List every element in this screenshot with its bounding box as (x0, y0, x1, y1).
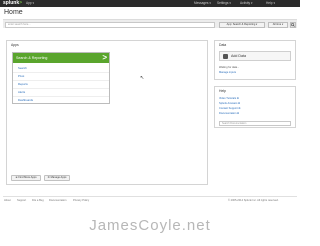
footer-privacy-link[interactable]: Privacy Policy (73, 199, 89, 202)
footer-file-bug-link[interactable]: File a Bug (32, 199, 44, 202)
splunk-logo[interactable]: splunk> (3, 0, 22, 7)
splunk-answers-link[interactable]: Splunk Answers ⧉ (219, 102, 240, 105)
add-data-button[interactable]: Add Data (219, 51, 291, 61)
app-card-header[interactable]: Search & Reporting > (13, 53, 109, 63)
divider (13, 72, 109, 73)
search-input[interactable]: enter search here... (5, 22, 215, 28)
messages-menu[interactable]: Messages ▾ (194, 0, 211, 7)
apps-panel: Apps Search & Reporting > Search Pivot R… (6, 40, 208, 185)
help-panel: Help Video Tutorials ⧉ Splunk Answers ⧉ … (214, 86, 296, 128)
settings-menu[interactable]: Settings ▾ (217, 0, 231, 7)
app-nav-dashboards[interactable]: Dashboards (18, 98, 33, 102)
app-nav-search[interactable]: Search (18, 66, 27, 70)
divider (13, 88, 109, 89)
page-title: Home (4, 9, 23, 16)
help-heading: Help (219, 89, 226, 93)
footer-documentation-link[interactable]: Documentation (49, 199, 66, 202)
divider (13, 80, 109, 81)
search-reporting-app-card[interactable]: Search & Reporting > Search Pivot Report… (12, 52, 110, 104)
footer-about-link[interactable]: About (4, 199, 11, 202)
manage-apps-button[interactable]: ⚙ Manage Apps (44, 175, 70, 181)
app-context-select[interactable]: App: Search & Reporting ▾ (219, 22, 265, 28)
data-panel: Data Add Data Waiting for data... Manage… (214, 40, 296, 80)
app-nav-reports[interactable]: Reports (18, 82, 28, 86)
copyright-text: © 2005-2014 Splunk Inc. All rights reser… (228, 199, 279, 202)
documentation-link[interactable]: Documentation ⧉ (219, 112, 239, 115)
manage-inputs-link[interactable]: Manage inputs (219, 71, 236, 74)
add-data-label: Add Data (231, 54, 246, 58)
contact-support-link[interactable]: Contact Support ⧉ (219, 107, 240, 110)
search-button[interactable] (290, 22, 296, 28)
app-card-title[interactable]: Search & Reporting (16, 56, 47, 60)
apps-heading: Apps (11, 43, 19, 47)
footer-divider (3, 196, 297, 197)
app-nav-alerts[interactable]: Alerts (18, 90, 25, 94)
top-nav-bar: splunk> App ▾ Messages ▾ Settings ▾ Acti… (0, 0, 300, 7)
video-tutorials-link[interactable]: Video Tutorials ⧉ (219, 97, 239, 100)
mouse-cursor-icon: ↖ (140, 75, 145, 81)
documentation-search-input[interactable]: Search Documentation (219, 121, 291, 126)
data-heading: Data (219, 43, 227, 47)
activity-menu[interactable]: Activity ▾ (240, 0, 253, 7)
help-menu[interactable]: Help ▾ (266, 0, 275, 7)
search-icon (291, 23, 295, 27)
search-bar: enter search here... App: Search & Repor… (3, 19, 297, 28)
time-range-picker[interactable]: All time ▾ (268, 22, 288, 28)
divider (13, 96, 109, 97)
find-more-apps-button[interactable]: ⊕ Find More Apps (11, 175, 41, 181)
waiting-for-data-text: Waiting for data... (219, 66, 240, 69)
watermark: JamesCoyle.net (89, 217, 211, 234)
database-icon (223, 54, 228, 59)
footer-support-link[interactable]: Support (17, 199, 26, 202)
app-menu[interactable]: App ▾ (26, 0, 34, 7)
app-nav-pivot[interactable]: Pivot (18, 74, 24, 78)
chevron-right-icon[interactable]: > (102, 53, 107, 63)
